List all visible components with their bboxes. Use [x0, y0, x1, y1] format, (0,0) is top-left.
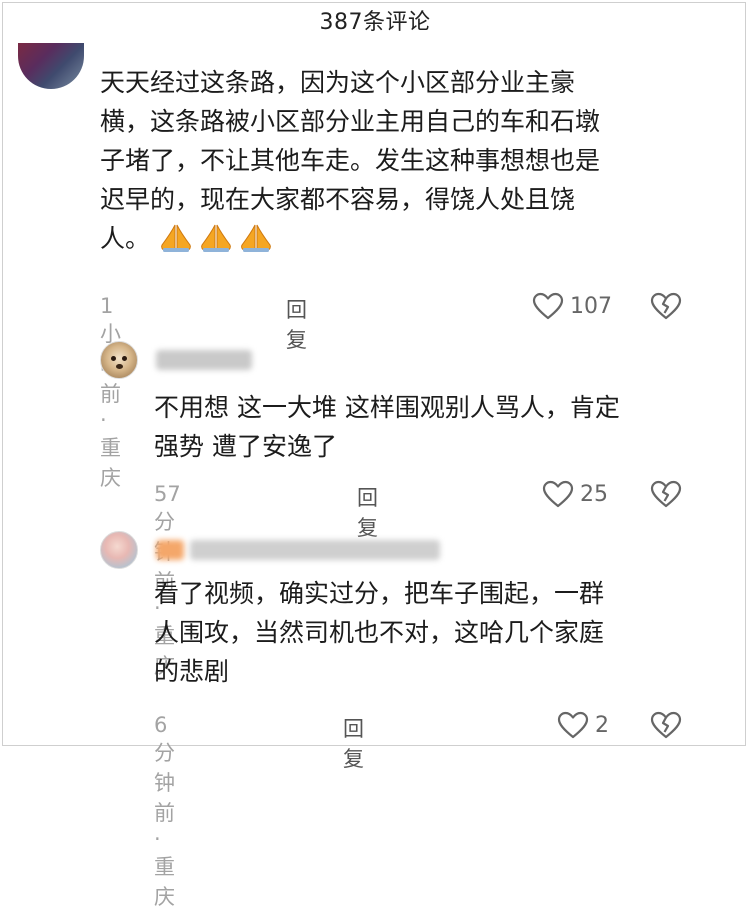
folded-hands-icon: [241, 224, 271, 252]
dislike-icon[interactable]: [650, 711, 682, 739]
heart-icon: [542, 480, 574, 508]
like-count: 25: [580, 481, 608, 507]
heart-icon: [532, 292, 564, 320]
folded-hands-emoji-row: [158, 224, 278, 253]
comment-line: 迟早的，现在大家都不容易，得饶人处且饶: [100, 185, 576, 214]
comment-text: 不用想 这一大堆 这样围观别人骂人，肯定 强势 遭了安逸了: [154, 388, 694, 466]
avatar-eye: [122, 356, 127, 361]
dislike-icon[interactable]: [650, 292, 682, 320]
comment-line: 强势 遭了安逸了: [154, 432, 337, 461]
comment-line: 天天经过这条路，因为这个小区部分业主豪: [100, 68, 576, 97]
reply-button[interactable]: 回复: [343, 713, 364, 773]
comment-line-last: 人。: [100, 219, 700, 258]
comment-meta: 1小时前 · 重庆: [100, 294, 121, 490]
like-button[interactable]: 25: [542, 480, 608, 508]
avatar[interactable]: [100, 531, 138, 569]
folded-hands-icon: [161, 224, 191, 252]
comment-line: 不用想 这一大堆 这样围观别人骂人，肯定: [154, 393, 620, 422]
like-count: 2: [595, 712, 609, 738]
like-button[interactable]: 2: [557, 711, 609, 739]
comment-text: 天天经过这条路，因为这个小区部分业主豪 横，这条路被小区部分业主用自己的车和石墩…: [100, 63, 700, 258]
reply-button[interactable]: 回复: [286, 294, 307, 354]
like-button[interactable]: 107: [532, 292, 612, 320]
comment-count-title: 387条评论: [319, 10, 431, 35]
folded-hands-icon: [201, 224, 231, 252]
username-blurred[interactable]: [190, 540, 440, 560]
comment-line: 子堵了，不让其他车走。发生这种事想想也是: [100, 146, 601, 175]
comment-text: 看了视频，确实过分，把车子围起，一群 人围攻，当然司机也不对，这哈几个家庭 的悲…: [154, 574, 694, 691]
comment-meta: 6分钟前 · 重庆: [154, 713, 175, 909]
like-count: 107: [570, 293, 612, 319]
avatar-eye: [111, 356, 116, 361]
comment-line: 的悲剧: [154, 657, 230, 686]
reply-button[interactable]: 回复: [357, 482, 378, 542]
comment-line: 人围攻，当然司机也不对，这哈几个家庭: [154, 618, 605, 647]
username-badge-blurred: [156, 540, 184, 560]
dislike-icon[interactable]: [650, 480, 682, 508]
username-blurred[interactable]: [156, 350, 252, 370]
comment-line: 看了视频，确实过分，把车子围起，一群: [154, 579, 605, 608]
heart-icon: [557, 711, 589, 739]
comment-line: 人。: [100, 224, 151, 253]
avatar[interactable]: [100, 341, 138, 379]
avatar-nose: [116, 364, 123, 369]
comment-line: 横，这条路被小区部分业主用自己的车和石墩: [100, 107, 601, 136]
